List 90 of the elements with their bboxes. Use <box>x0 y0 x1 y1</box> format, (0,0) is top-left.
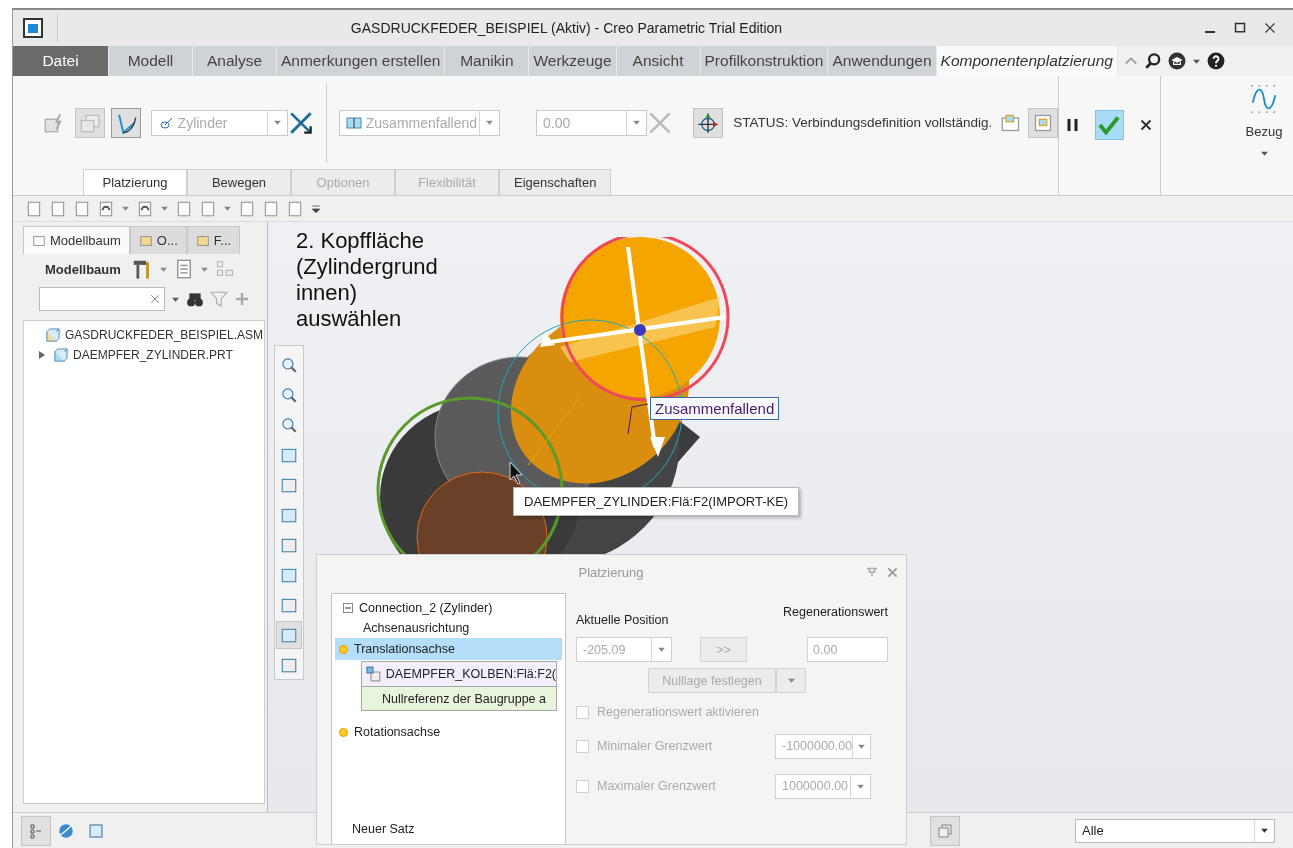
search-field[interactable] <box>39 287 165 311</box>
status-message: STATUS: Verbindungsdefinition vollständig. <box>733 115 993 130</box>
pin-icon[interactable] <box>865 565 879 579</box>
ribbon-tab[interactable]: Komponentenplatzierung <box>936 46 1118 76</box>
ribbon-tab[interactable]: Analyse <box>193 46 277 76</box>
status-dot <box>339 644 348 654</box>
panel-tab[interactable]: Modellbaum <box>23 226 130 254</box>
plus-icon[interactable] <box>234 291 250 307</box>
window-title: GASDRUCKFEDER_BEISPIEL (Aktiv) - Creo Parametric Trial Edition <box>349 20 784 36</box>
tree-item[interactable]: GASDRUCKFEDER_BEISPIEL.ASM <box>24 325 264 345</box>
tree-item[interactable]: DAEMPFER_ZYLINDER.PRT <box>24 345 264 365</box>
ribbon-tab[interactable]: Manikin <box>445 46 530 76</box>
clear-icon[interactable] <box>150 294 160 304</box>
globe-icon <box>57 821 75 840</box>
close-icon[interactable] <box>887 566 898 578</box>
ribbon-tab[interactable]: Anmerkungen erstellen <box>277 46 446 76</box>
separate-window-button[interactable] <box>74 107 105 138</box>
selection-filter-button[interactable] <box>930 815 960 846</box>
search-icon[interactable] <box>1143 52 1162 70</box>
confirm-button[interactable] <box>1095 109 1124 140</box>
new-file-icon[interactable] <box>25 199 43 218</box>
caret-icon <box>1260 826 1269 835</box>
filter-dropdown[interactable]: Alle <box>1075 818 1275 843</box>
caret-icon <box>1259 149 1269 158</box>
caret-icon <box>121 204 130 213</box>
caret-icon <box>272 118 282 127</box>
caret-icon <box>632 118 642 127</box>
tree-item[interactable]: Rotationsachse <box>335 721 562 743</box>
panel-tab[interactable]: Bewegen <box>187 169 291 195</box>
folder-icon <box>195 233 210 248</box>
filter-icon[interactable] <box>210 290 228 308</box>
stacked-windows-icon <box>79 112 100 133</box>
graduation-cap-icon[interactable] <box>1167 52 1186 70</box>
ribbon-tab[interactable]: Ansicht <box>616 46 701 76</box>
field-label: Regenerationswert <box>783 605 888 619</box>
tree-item[interactable]: Translationsachse <box>335 638 562 660</box>
datum-label: Bezug <box>1245 124 1283 139</box>
panel-tab[interactable]: Platzierung <box>83 169 187 195</box>
coordinate-move-button[interactable] <box>693 107 724 138</box>
close-icon <box>1139 118 1152 131</box>
assembly-icon <box>45 327 60 343</box>
flip-arrow-icon[interactable] <box>287 109 314 136</box>
caret-icon <box>657 645 666 654</box>
tooltip: DAEMPFER_ZYLINDER:Flä:F2(IMPORT-KE) <box>513 487 800 516</box>
help-icon[interactable] <box>1206 52 1225 70</box>
checkbox-label: Minimaler Grenzwert <box>597 739 714 753</box>
ribbon-tab[interactable]: Datei <box>13 46 109 76</box>
datum-curve-icon[interactable] <box>1249 84 1279 114</box>
spin-center-button[interactable] <box>276 621 302 649</box>
caret-icon <box>223 204 232 213</box>
ribbon-tab[interactable]: Profilkonstruktion <box>700 46 829 76</box>
stacked-windows-icon <box>937 822 953 839</box>
reference-item[interactable]: Nullreferenz der Baugruppe a <box>362 686 556 710</box>
ribbon-tab[interactable]: Anwendungen <box>828 46 937 76</box>
coincident-icon <box>345 114 362 131</box>
checkbox-label: Maximaler Grenzwert <box>597 779 717 793</box>
model-tree-toggle-button[interactable] <box>21 815 51 846</box>
caret-icon <box>484 118 494 127</box>
expand-arrow-icon[interactable] <box>38 351 46 359</box>
instruction-text: 2. Kopffläche (Zylindergrund innen) auswählen <box>296 228 438 332</box>
minimize-icon <box>1205 31 1215 33</box>
small-window-icon <box>1001 112 1022 133</box>
ribbon-tab[interactable]: Werkzeuge <box>529 46 617 76</box>
folders-icon <box>138 233 153 248</box>
panel-heading: Modellbaum <box>45 261 121 277</box>
tree-item[interactable]: Connection_2 (Zylinder) <box>335 598 562 618</box>
app-icon[interactable] <box>23 18 43 38</box>
binoculars-icon[interactable] <box>186 290 204 308</box>
new-set-link[interactable]: Neuer Satz <box>332 822 565 836</box>
part-icon <box>53 347 68 363</box>
constraint-label: Zusammenfallend <box>650 397 780 420</box>
ribbon-tab[interactable]: Modell <box>109 46 193 76</box>
collapse-icon[interactable] <box>343 603 353 613</box>
crosshair-icon <box>697 111 720 134</box>
status-dot <box>339 727 348 737</box>
panel-tab[interactable]: O... <box>129 226 187 254</box>
panel-tab[interactable]: F... <box>186 226 241 254</box>
customize-caret-icon[interactable] <box>310 202 322 215</box>
panel-tab[interactable]: Eigenschaften <box>499 169 612 195</box>
checkbox-label: Regenerationswert aktivieren <box>597 705 760 719</box>
reference-item[interactable]: DAEMPFER_KOLBEN:Flä:F2( <box>362 662 556 686</box>
dialog-title: Platzierung <box>577 564 645 580</box>
close-icon <box>1264 22 1276 34</box>
caret-icon <box>160 204 169 213</box>
surface-icon <box>366 665 382 683</box>
flash-icon <box>43 112 64 133</box>
field-label: Aktuelle Position <box>576 613 669 627</box>
tree-item[interactable]: Achsenausrichtung <box>335 618 562 638</box>
drag-handle-button[interactable] <box>110 107 141 138</box>
maximize-icon <box>1234 22 1246 34</box>
